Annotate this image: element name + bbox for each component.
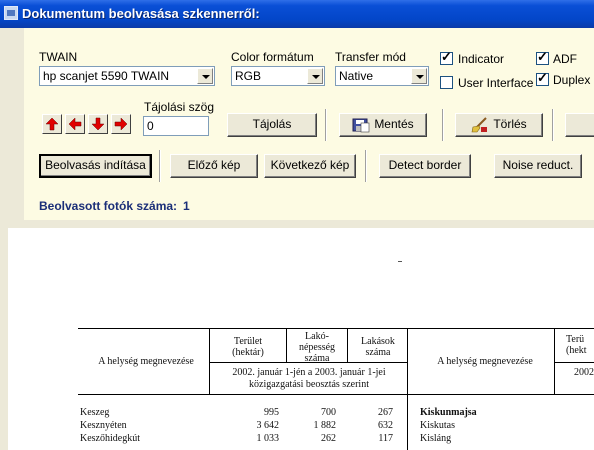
table-subheader-rule-right	[554, 362, 594, 363]
right-row-name: Kisláng	[420, 433, 452, 444]
checkmark-icon: ✓	[441, 49, 452, 64]
save-label: Mentés	[374, 117, 414, 131]
next-image-button[interactable]: Következő kép	[264, 154, 356, 178]
scanned-count-value: 1	[183, 199, 190, 213]
right-row-name: Kiskutas	[420, 420, 455, 431]
user-interface-label: User Interface	[458, 76, 534, 90]
save-button[interactable]: Mentés	[339, 113, 427, 137]
row-population: 1 882	[313, 420, 337, 431]
arrow-left-icon	[68, 117, 82, 131]
toolbar-separator	[325, 109, 327, 141]
row-homes: 632	[378, 420, 393, 431]
transfer-mode-label: Transfer mód	[335, 50, 406, 64]
delete-button[interactable]: Törlés	[455, 113, 543, 137]
row-area: 1 033	[256, 433, 280, 444]
indicator-checkbox[interactable]: ✓	[440, 49, 453, 65]
column-divider	[554, 328, 555, 394]
row-area: 995	[264, 407, 279, 418]
toolbar-separator	[365, 150, 367, 182]
noise-reduction-button[interactable]: Noise reduct.	[494, 154, 582, 178]
partially-visible-button[interactable]	[565, 113, 594, 137]
orientation-button[interactable]: Tájolás	[227, 113, 317, 137]
left-subheader-line1: 2002. január 1-jén a 2003. január 1-jei	[232, 367, 386, 378]
arrow-up-icon	[45, 117, 59, 131]
right-name-header: A helység megnevezése	[437, 356, 533, 367]
color-format-select[interactable]: RGB	[231, 66, 325, 86]
row-population: 700	[321, 407, 336, 418]
row-area: 3 642	[256, 420, 280, 431]
scan-settings-panel: TWAIN hp scanjet 5590 TWAIN Color formát…	[24, 28, 594, 220]
orientation-angle-label: Tájolási szög	[144, 100, 215, 114]
table-header-rule	[78, 394, 594, 395]
scanned-image-preview[interactable]: A helység megnevezése Terület (hektár) L…	[8, 228, 594, 450]
transfer-mode-select[interactable]: Native	[335, 66, 429, 86]
scanner-source-select[interactable]: hp scanjet 5590 TWAIN	[39, 66, 215, 86]
window-title: Dokumentum beolvasása szkennerről:	[22, 6, 260, 21]
toolbar-separator	[442, 109, 444, 141]
detect-border-button[interactable]: Detect border	[379, 154, 471, 178]
chevron-down-icon[interactable]	[197, 68, 213, 84]
previous-image-button[interactable]: Előző kép	[170, 154, 258, 178]
row-homes: 267	[378, 407, 393, 418]
scanned-count-label: Beolvasott fotók száma:	[39, 199, 178, 213]
scanner-source-value: hp scanjet 5590 TWAIN	[43, 69, 170, 83]
left-name-header: A helység megnevezése	[98, 356, 194, 367]
adf-checkbox[interactable]: ✓	[536, 49, 549, 65]
rotate-left-button[interactable]	[65, 114, 85, 134]
title-bar[interactable]: Dokumentum beolvasása szkennerről:	[0, 0, 594, 28]
left-subheader-line2: közigazgatási beosztás szerint	[249, 379, 369, 390]
right-area-header: Terü (hekt	[566, 334, 587, 356]
right-row-name: Kiskunmajsa	[420, 407, 477, 418]
scan-speck	[398, 261, 402, 262]
adf-label: ADF	[553, 52, 577, 66]
save-icon	[352, 118, 370, 133]
row-name: Kesznyéten	[80, 420, 127, 431]
row-name: Keszőhidegkút	[80, 433, 140, 444]
duplex-checkbox[interactable]: ✓	[536, 70, 549, 86]
rotate-right-button[interactable]	[111, 114, 131, 134]
chevron-down-icon[interactable]	[307, 68, 323, 84]
left-area-header: Terület (hektár)	[232, 336, 264, 358]
column-divider	[286, 328, 287, 362]
checkmark-icon: ✓	[537, 49, 548, 64]
indicator-label: Indicator	[458, 52, 505, 66]
left-homes-header: Lakások száma	[361, 336, 395, 358]
toolbar-separator	[552, 109, 554, 141]
left-population-header: Lakó-népesség száma	[298, 331, 336, 364]
chevron-down-icon[interactable]	[411, 68, 427, 84]
transfer-mode-value: Native	[339, 69, 374, 83]
duplex-label: Duplex	[553, 73, 591, 87]
row-name: Keszeg	[80, 407, 110, 418]
start-scan-button[interactable]: Beolvasás indítása	[39, 154, 152, 178]
rotate-down-button[interactable]	[88, 114, 108, 134]
rotate-up-button[interactable]	[42, 114, 62, 134]
toolbar-separator	[159, 150, 161, 182]
checkmark-icon: ✓	[537, 70, 548, 85]
arrow-down-icon	[91, 117, 105, 131]
delete-label: Törlés	[493, 117, 527, 131]
color-format-value: RGB	[235, 69, 262, 83]
orientation-angle-input[interactable]: 0	[143, 116, 209, 136]
column-divider	[407, 328, 408, 450]
color-format-label: Color formátum	[231, 50, 314, 64]
right-subheader: 2002	[574, 367, 594, 378]
arrow-right-icon	[114, 117, 128, 131]
twain-label: TWAIN	[39, 50, 78, 64]
user-interface-checkbox[interactable]	[440, 76, 453, 89]
column-divider	[209, 328, 210, 394]
column-divider	[347, 328, 348, 362]
eraser-broom-icon	[471, 117, 488, 133]
row-homes: 117	[378, 433, 393, 444]
app-icon	[4, 6, 18, 20]
row-population: 262	[321, 433, 336, 444]
table-top-rule	[78, 328, 594, 329]
